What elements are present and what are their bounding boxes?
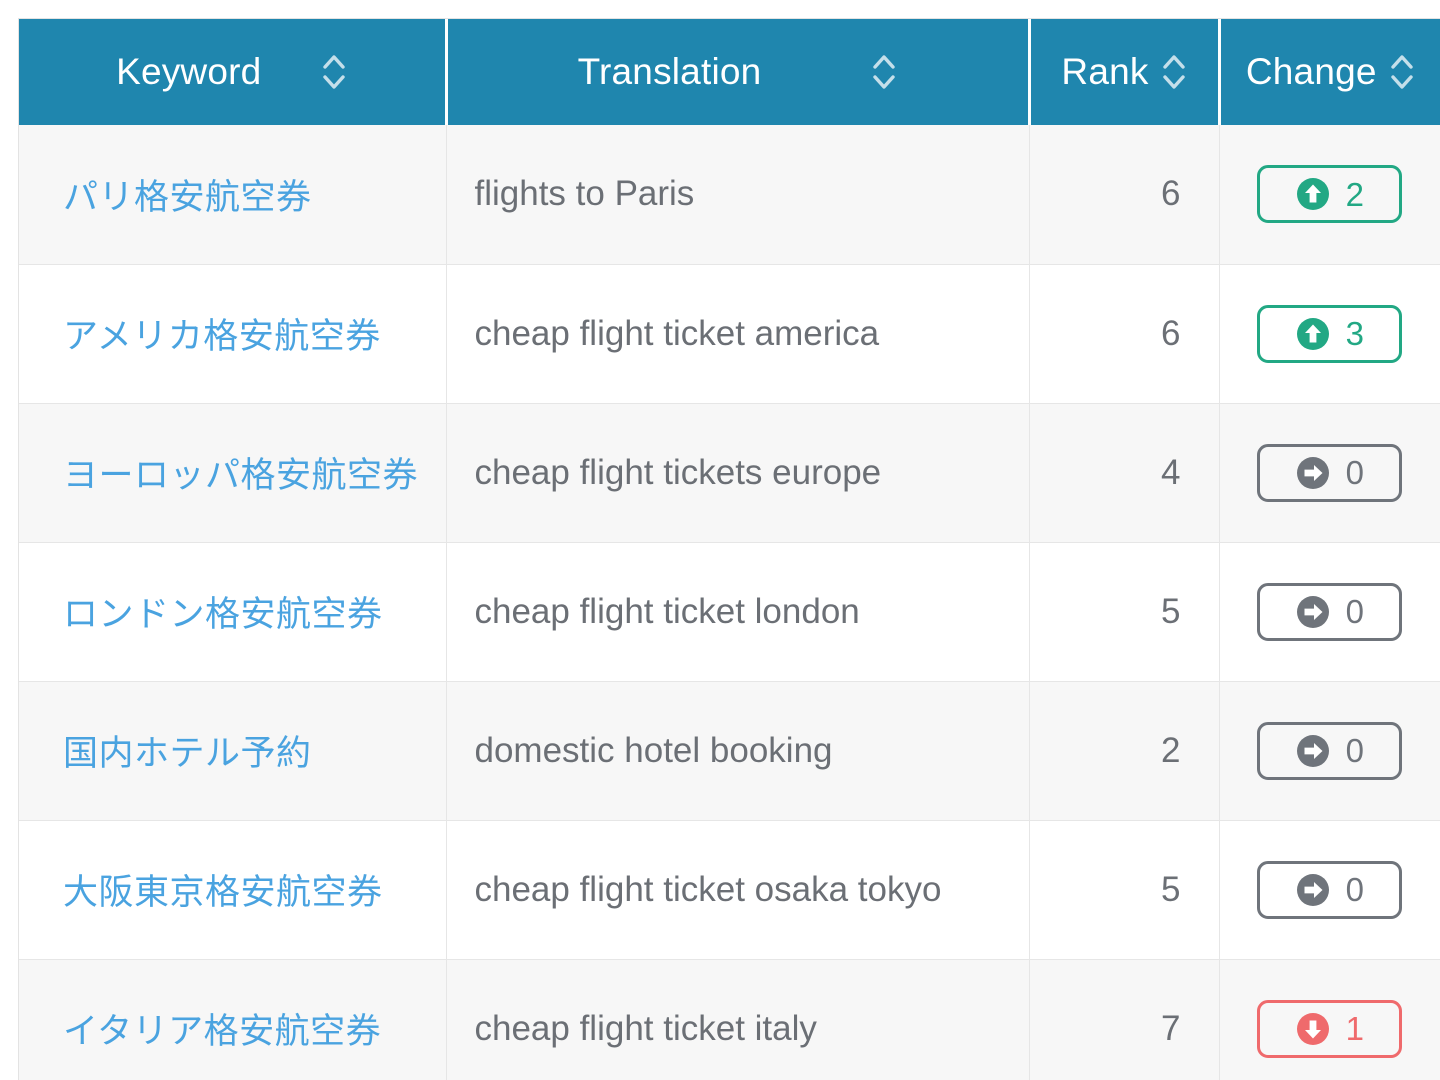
change-value: 0 bbox=[1346, 873, 1364, 906]
keyword-link[interactable]: ロンドン格安航空券 bbox=[63, 595, 383, 634]
table-row[interactable]: イタリア格安航空券 cheap flight ticket italy 7 1 bbox=[19, 959, 1440, 1080]
translation-text: cheap flight tickets europe bbox=[475, 453, 882, 492]
change-cell: 0 bbox=[1219, 542, 1440, 681]
keyword-cell[interactable]: 国内ホテル予約 bbox=[19, 681, 446, 820]
column-header-rank[interactable]: Rank bbox=[1029, 19, 1219, 125]
rank-cell: 2 bbox=[1029, 681, 1219, 820]
sort-updown-icon[interactable] bbox=[1389, 50, 1415, 94]
rank-value: 2 bbox=[1161, 731, 1180, 770]
change-value: 3 bbox=[1346, 317, 1364, 350]
keyword-rank-table-container: Keyword Translation bbox=[18, 18, 1440, 1080]
keyword-cell[interactable]: ロンドン格安航空券 bbox=[19, 542, 446, 681]
translation-cell: cheap flight ticket america bbox=[446, 264, 1029, 403]
change-cell: 0 bbox=[1219, 403, 1440, 542]
translation-cell: flights to Paris bbox=[446, 125, 1029, 264]
keyword-link[interactable]: アメリカ格安航空券 bbox=[63, 317, 381, 356]
translation-cell: cheap flight ticket london bbox=[446, 542, 1029, 681]
column-header-change[interactable]: Change bbox=[1219, 19, 1440, 125]
table-header: Keyword Translation bbox=[19, 19, 1440, 125]
rank-cell: 6 bbox=[1029, 125, 1219, 264]
translation-text: cheap flight ticket america bbox=[475, 314, 880, 353]
translation-text: domestic hotel booking bbox=[475, 731, 833, 770]
column-header-rank-label: Rank bbox=[1061, 52, 1148, 93]
change-value: 0 bbox=[1346, 456, 1364, 489]
column-header-keyword-label: Keyword bbox=[116, 52, 261, 93]
sort-updown-icon[interactable] bbox=[1161, 50, 1187, 94]
change-badge: 1 bbox=[1257, 1000, 1402, 1058]
table-row[interactable]: アメリカ格安航空券 cheap flight ticket america 6 3 bbox=[19, 264, 1440, 403]
keyword-rank-table: Keyword Translation bbox=[19, 19, 1440, 1080]
keyword-link[interactable]: ヨーロッパ格安航空券 bbox=[63, 456, 418, 495]
column-header-translation[interactable]: Translation bbox=[446, 19, 1029, 125]
translation-text: flights to Paris bbox=[475, 174, 695, 213]
sort-updown-icon[interactable] bbox=[321, 50, 347, 94]
change-badge: 2 bbox=[1257, 165, 1402, 223]
arrow-right-circle-icon bbox=[1296, 456, 1330, 490]
keyword-cell[interactable]: アメリカ格安航空券 bbox=[19, 264, 446, 403]
table-row[interactable]: パリ格安航空券 flights to Paris 6 2 bbox=[19, 125, 1440, 264]
table-row[interactable]: 国内ホテル予約 domestic hotel booking 2 0 bbox=[19, 681, 1440, 820]
column-header-translation-label: Translation bbox=[578, 52, 762, 93]
arrow-right-circle-icon bbox=[1296, 873, 1330, 907]
change-badge: 0 bbox=[1257, 444, 1402, 502]
keyword-link[interactable]: パリ格安航空券 bbox=[63, 178, 312, 217]
keyword-cell[interactable]: イタリア格安航空券 bbox=[19, 959, 446, 1080]
sort-updown-icon[interactable] bbox=[871, 50, 897, 94]
translation-cell: cheap flight ticket osaka tokyo bbox=[446, 820, 1029, 959]
change-badge: 0 bbox=[1257, 583, 1402, 641]
keyword-cell[interactable]: 大阪東京格安航空券 bbox=[19, 820, 446, 959]
rank-value: 7 bbox=[1161, 1009, 1180, 1048]
arrow-down-circle-icon bbox=[1296, 1012, 1330, 1046]
change-cell: 2 bbox=[1219, 125, 1440, 264]
rank-value: 6 bbox=[1161, 174, 1180, 213]
change-badge: 0 bbox=[1257, 861, 1402, 919]
translation-text: cheap flight ticket london bbox=[475, 592, 860, 631]
arrow-up-circle-icon bbox=[1296, 317, 1330, 351]
change-cell: 0 bbox=[1219, 820, 1440, 959]
rank-cell: 5 bbox=[1029, 820, 1219, 959]
rank-value: 5 bbox=[1161, 592, 1180, 631]
rank-value: 4 bbox=[1161, 453, 1180, 492]
table-row[interactable]: ロンドン格安航空券 cheap flight ticket london 5 0 bbox=[19, 542, 1440, 681]
arrow-up-circle-icon bbox=[1296, 177, 1330, 211]
column-header-keyword[interactable]: Keyword bbox=[19, 19, 446, 125]
translation-text: cheap flight ticket osaka tokyo bbox=[475, 870, 942, 909]
translation-cell: domestic hotel booking bbox=[446, 681, 1029, 820]
change-value: 1 bbox=[1346, 1012, 1364, 1045]
rank-cell: 5 bbox=[1029, 542, 1219, 681]
table-header-row: Keyword Translation bbox=[19, 19, 1440, 125]
change-cell: 3 bbox=[1219, 264, 1440, 403]
page-root: Keyword Translation bbox=[0, 0, 1440, 1080]
rank-value: 5 bbox=[1161, 870, 1180, 909]
rank-cell: 4 bbox=[1029, 403, 1219, 542]
change-badge: 0 bbox=[1257, 722, 1402, 780]
translation-cell: cheap flight tickets europe bbox=[446, 403, 1029, 542]
change-cell: 0 bbox=[1219, 681, 1440, 820]
table-row[interactable]: 大阪東京格安航空券 cheap flight ticket osaka tokyo… bbox=[19, 820, 1440, 959]
keyword-link[interactable]: 大阪東京格安航空券 bbox=[63, 873, 383, 912]
change-value: 0 bbox=[1346, 595, 1364, 628]
rank-cell: 7 bbox=[1029, 959, 1219, 1080]
translation-cell: cheap flight ticket italy bbox=[446, 959, 1029, 1080]
arrow-right-circle-icon bbox=[1296, 734, 1330, 768]
change-cell: 1 bbox=[1219, 959, 1440, 1080]
change-badge: 3 bbox=[1257, 305, 1402, 363]
change-value: 2 bbox=[1346, 178, 1364, 211]
table-body: パリ格安航空券 flights to Paris 6 2 アメリカ格安航空券 cheap … bbox=[19, 125, 1440, 1080]
translation-text: cheap flight ticket italy bbox=[475, 1009, 817, 1048]
rank-value: 6 bbox=[1161, 314, 1180, 353]
change-value: 0 bbox=[1346, 734, 1364, 767]
keyword-cell[interactable]: パリ格安航空券 bbox=[19, 125, 446, 264]
arrow-right-circle-icon bbox=[1296, 595, 1330, 629]
keyword-cell[interactable]: ヨーロッパ格安航空券 bbox=[19, 403, 446, 542]
table-row[interactable]: ヨーロッパ格安航空券 cheap flight tickets europe 4 0 bbox=[19, 403, 1440, 542]
column-header-change-label: Change bbox=[1246, 52, 1377, 93]
rank-cell: 6 bbox=[1029, 264, 1219, 403]
keyword-link[interactable]: イタリア格安航空券 bbox=[63, 1012, 381, 1051]
keyword-link[interactable]: 国内ホテル予約 bbox=[63, 734, 312, 773]
